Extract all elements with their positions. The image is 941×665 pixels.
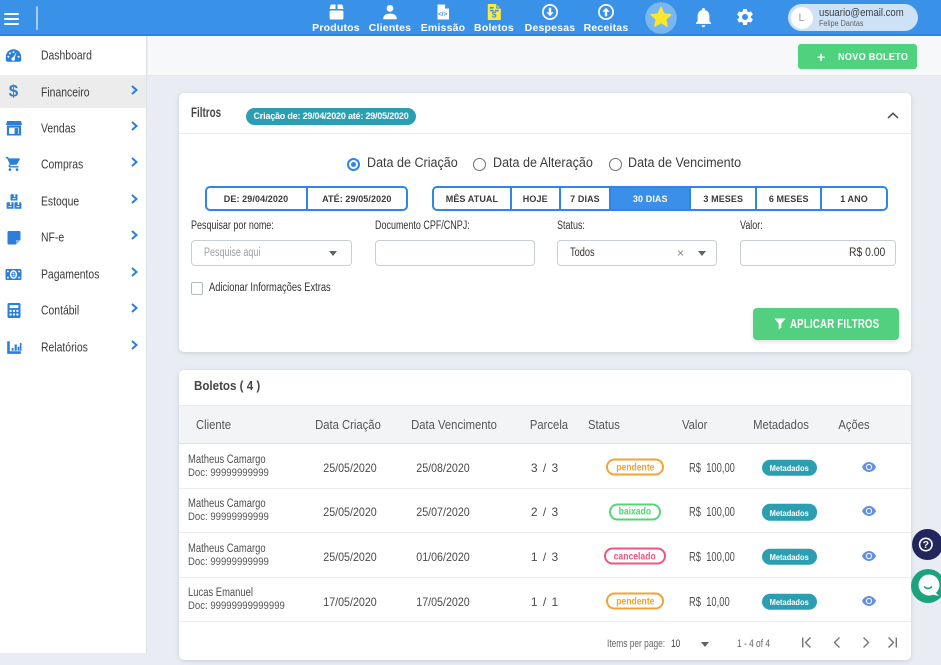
svg-text:?: ? [923, 539, 929, 551]
svg-text:$: $ [492, 9, 497, 19]
svg-text:</>: </> [438, 10, 448, 17]
